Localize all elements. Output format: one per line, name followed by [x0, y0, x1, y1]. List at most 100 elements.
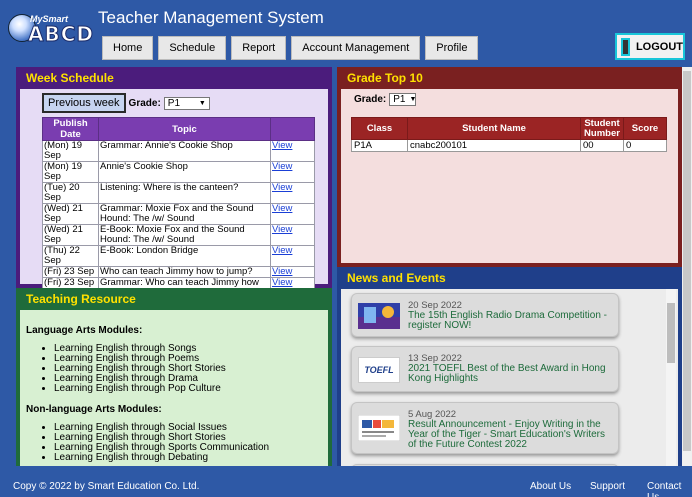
view-cell: View: [270, 203, 315, 225]
topic-cell: E-Book: Moxie Fox and the Sound Hound: T…: [98, 224, 271, 246]
main-nav: Home Schedule Report Account Management …: [102, 36, 479, 60]
list-item[interactable]: Learning English through Debating: [54, 453, 328, 463]
view-link[interactable]: View: [272, 245, 292, 256]
table-row: (Mon) 19 Sep Annie's Cookie Shop View: [42, 161, 315, 183]
nav-schedule-button[interactable]: Schedule: [158, 36, 227, 60]
chevron-down-icon: ▼: [198, 99, 206, 107]
topic-cell: E-Book: London Bridge: [98, 245, 271, 267]
grade-label: Grade:: [128, 97, 161, 109]
publish-date-cell: (Mon) 19 Sep: [42, 140, 99, 162]
view-link[interactable]: View: [272, 203, 292, 214]
column-header: Publish Date: [42, 117, 99, 141]
grade-label: Grade:: [354, 94, 387, 105]
nav-account-management-button[interactable]: Account Management: [291, 36, 421, 60]
list-item[interactable]: Learning English through Pop Culture: [54, 384, 328, 394]
column-header: Topic: [98, 117, 271, 141]
student-name-cell: cnabc200101: [407, 139, 581, 152]
header: MySmart ABCD Teacher Management System H…: [0, 0, 692, 66]
app-title: Teacher Management System: [98, 8, 324, 27]
language-arts-list: Learning English through SongsLearning E…: [54, 344, 328, 394]
view-link[interactable]: View: [272, 161, 292, 172]
nav-home-button[interactable]: Home: [102, 36, 154, 60]
table-row: (Fri) 23 Sep Who can teach Jimmy how to j…: [42, 266, 315, 278]
publish-date-cell: (Tue) 20 Sep: [42, 182, 99, 204]
copyright-text: Copy © 2022 by Smart Education Co. Ltd.: [13, 481, 200, 492]
view-cell: View: [270, 245, 315, 267]
about-us-link[interactable]: About Us: [530, 481, 571, 492]
publish-date-cell: (Thu) 22 Sep: [42, 245, 99, 267]
publish-date-cell: (Wed) 21 Sep: [42, 224, 99, 246]
writing-contest-thumbnail: [358, 415, 400, 441]
table-row: (Tue) 20 Sep Listening: Where is the cant…: [42, 182, 315, 204]
score-cell: 0: [623, 139, 667, 152]
radio-drama-thumbnail: [358, 303, 400, 329]
news-scrollbar-thumb[interactable]: [667, 303, 675, 363]
grade-select[interactable]: P1 ▼: [163, 96, 210, 110]
nav-report-button[interactable]: Report: [231, 36, 287, 60]
previous-week-button[interactable]: Previous week: [42, 93, 126, 113]
class-cell: P1A: [351, 139, 408, 152]
grade-select[interactable]: P1 ▼: [389, 93, 416, 106]
publish-date-cell: (Fri) 23 Sep: [42, 266, 99, 278]
logout-button[interactable]: LOGOUT: [615, 33, 685, 60]
contact-us-link[interactable]: Contact Us: [647, 481, 692, 497]
news-item[interactable]: TOEFL 13 Sep 2022 2021 TOEFL Best of the…: [351, 346, 619, 392]
language-arts-heading: Language Arts Modules:: [26, 325, 143, 336]
teaching-resource-title: Teaching Resource: [26, 292, 136, 306]
news-item[interactable]: 20 Sep 2022 The 15th English Radio Drama…: [351, 293, 619, 337]
logo-text: ABCD: [27, 22, 95, 47]
mysmart-abcd-logo[interactable]: MySmart ABCD: [8, 10, 94, 47]
support-link[interactable]: Support: [590, 481, 625, 492]
logout-label: LOGOUT: [635, 40, 683, 53]
news-title: The 15th English Radio Drama Competition…: [408, 310, 607, 331]
page-scrollbar[interactable]: [682, 67, 692, 466]
view-cell: View: [270, 161, 315, 183]
view-cell: View: [270, 182, 315, 204]
footer: Copy © 2022 by Smart Education Co. Ltd. …: [0, 474, 692, 497]
view-cell: View: [270, 266, 315, 278]
topic-cell: Annie's Cookie Shop: [98, 161, 271, 183]
grade-top-title: Grade Top 10: [347, 71, 423, 85]
chevron-down-icon: ▼: [409, 96, 417, 103]
view-cell: View: [270, 140, 315, 162]
table-row: P1A cnabc200101 00 0: [351, 139, 667, 152]
grade-top-table: Class Student Name Student Number Score …: [351, 117, 667, 152]
news-title: 2021 TOEFL Best of the Best Award in Hon…: [408, 363, 606, 384]
non-language-arts-heading: Non-language Arts Modules:: [26, 404, 162, 415]
news-item[interactable]: [351, 464, 619, 466]
grade-top-panel: Grade Top 10 Grade: P1 ▼ Class Student N…: [337, 67, 682, 267]
publish-date-cell: (Wed) 21 Sep: [42, 203, 99, 225]
publish-date-cell: (Mon) 19 Sep: [42, 161, 99, 183]
non-language-arts-list: Learning English through Social IssuesLe…: [54, 423, 328, 463]
page-scrollbar-thumb[interactable]: [683, 71, 691, 451]
topic-cell: Who can teach Jimmy how to jump?: [98, 266, 271, 278]
news-title: Result Announcement - Enjoy Writing in t…: [408, 419, 605, 450]
view-link[interactable]: View: [272, 224, 292, 235]
news-events-title: News and Events: [347, 271, 446, 285]
table-row: (Wed) 21 Sep Grammar: Moxie Fox and the S…: [42, 203, 315, 225]
topic-cell: Grammar: Moxie Fox and the Sound Hound: …: [98, 203, 271, 225]
table-row: (Thu) 22 Sep E-Book: London Bridge View: [42, 245, 315, 267]
column-header: Student Number: [580, 117, 624, 140]
view-link[interactable]: View: [272, 182, 292, 193]
column-header: Student Name: [407, 117, 581, 140]
teaching-resource-panel: Teaching Resource Language Arts Modules:…: [16, 288, 332, 466]
week-schedule-panel: Week Schedule Previous week Grade: P1 ▼ …: [16, 67, 332, 341]
nav-profile-button[interactable]: Profile: [425, 36, 479, 60]
week-schedule-title: Week Schedule: [26, 71, 114, 85]
topic-cell: Listening: Where is the canteen?: [98, 182, 271, 204]
view-link[interactable]: View: [272, 140, 292, 151]
table-row: (Mon) 19 Sep Grammar: Annie's Cookie Shop…: [42, 140, 315, 162]
column-header: Class: [351, 117, 408, 140]
column-header: Score: [623, 117, 667, 140]
news-item[interactable]: 5 Aug 2022 Result Announcement - Enjoy W…: [351, 402, 619, 454]
student-number-cell: 00: [580, 139, 624, 152]
door-icon: [621, 37, 630, 56]
view-link[interactable]: View: [272, 277, 292, 288]
news-scrollbar[interactable]: [666, 289, 676, 466]
toefl-logo-thumbnail: TOEFL: [358, 357, 400, 383]
view-cell: View: [270, 224, 315, 246]
news-events-panel: News and Events 20 Sep 2022 The 15th Eng…: [337, 267, 682, 466]
view-link[interactable]: View: [272, 266, 292, 277]
table-row: (Wed) 21 Sep E-Book: Moxie Fox and the So…: [42, 224, 315, 246]
